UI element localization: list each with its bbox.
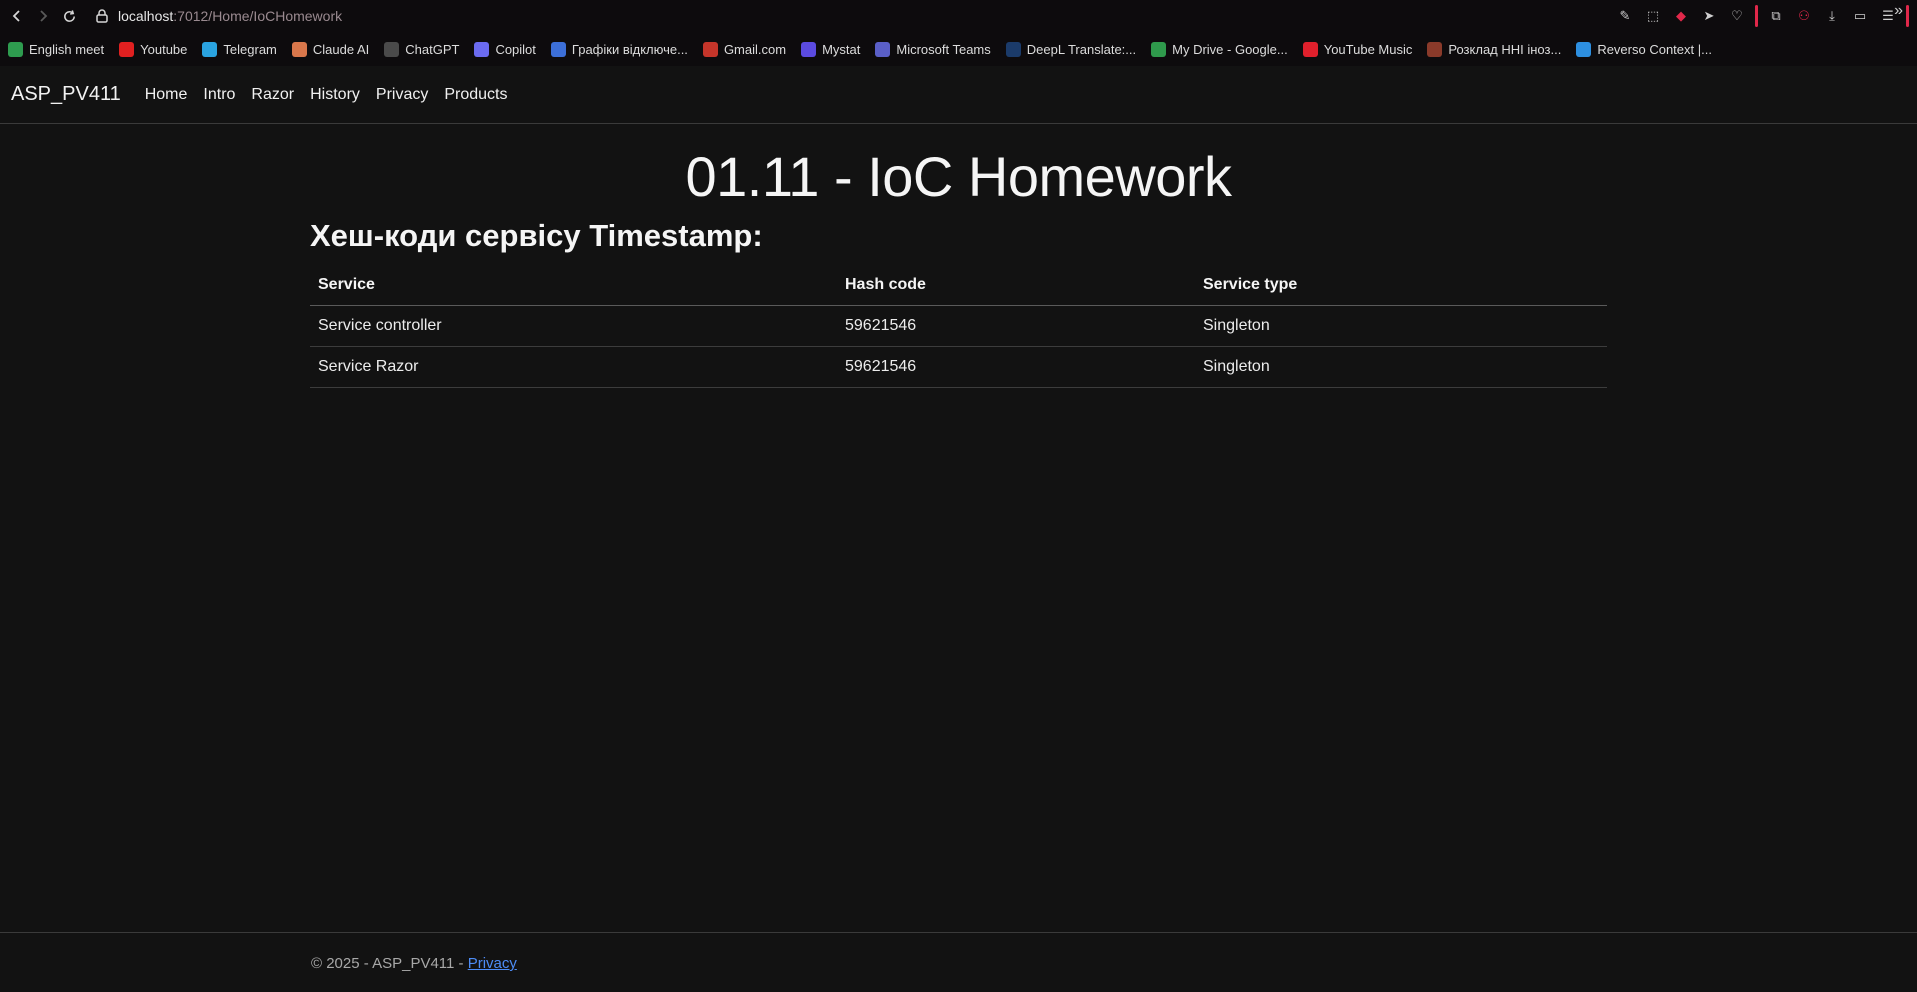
brand-link[interactable]: ASP_PV411 [11,83,121,106]
nav-products[interactable]: Products [444,86,507,104]
claude-icon [291,41,307,57]
address-bar[interactable]: localhost:7012/Home/IoCHomework [96,6,342,26]
bookmark-item[interactable]: Microsoft Teams [875,41,991,57]
bookmark-label: Microsoft Teams [896,41,991,57]
bookmark-label: Copilot [495,41,536,57]
page-footer: © 2025 - ASP_PV411 - Privacy [0,932,1917,992]
bookmarks-overflow-icon[interactable]: » [1894,2,1903,20]
copyright-text: © 2025 - ASP_PV411 - [311,955,468,972]
lock-icon [96,9,108,23]
nav-razor[interactable]: Razor [251,86,294,104]
main-content: 01.11 - IoC Homework Хеш-коди сервісу Ti… [310,140,1607,388]
google-drive-icon [1151,41,1167,57]
chevron-left-icon [12,10,20,22]
url-text: localhost:7012/Home/IoCHomework [118,8,343,24]
bookmark-label: YouTube Music [1323,41,1413,57]
separator [1755,5,1758,27]
cell-service: Service Razor [310,346,837,388]
footer-text: © 2025 - ASP_PV411 - Privacy [311,955,517,972]
bookmark-label: Youtube [140,41,188,57]
bookmark-label: Reverso Context |... [1597,41,1712,57]
bookmark-label: Графіки відключе... [571,41,688,57]
nav-history[interactable]: History [310,86,360,104]
cell-hash-code: 59621546 [837,305,1195,347]
chatgpt-icon [384,41,400,57]
gmail-icon [702,41,718,57]
bookmark-label: My Drive - Google... [1172,41,1288,57]
send-icon[interactable]: ➤ [1699,6,1719,26]
nav-home[interactable]: Home [145,86,188,104]
bookmark-item[interactable]: Youtube [119,41,188,57]
heart-icon[interactable]: ♡ [1727,6,1747,26]
google-meet-icon [8,41,23,57]
bookmark-item[interactable]: Mystat [801,41,861,57]
chevron-right-icon [40,10,48,22]
bookmark-item[interactable]: Графіки відключе... [550,41,688,57]
pin-icon[interactable]: ✎ [1615,6,1635,26]
bookmark-label: ChatGPT [405,41,460,57]
separator-end [1906,5,1909,27]
bookmark-item[interactable]: My Drive - Google... [1151,41,1288,57]
bookmark-item[interactable]: DeepL Translate:... [1005,41,1137,57]
teams-icon [875,41,891,57]
table-row: Service Razor 59621546 Singleton [310,346,1607,388]
forward-button[interactable] [30,3,56,29]
nav-privacy[interactable]: Privacy [376,86,428,104]
bookmark-label: English meet [29,41,105,57]
bookmark-label: Розклад ННІ іноз... [1448,41,1562,57]
bookmark-item[interactable]: English meet [8,41,105,57]
youtube-icon [119,41,135,57]
site-navbar: ASP_PV411 Home Intro Razor History Priva… [0,66,1917,124]
header-hash-code: Hash code [837,266,1195,306]
extensions-icon[interactable]: ⧉ [1766,6,1786,26]
youtube-music-icon [1302,41,1318,57]
schedule-icon [1427,41,1443,57]
account-icon[interactable]: ⚇ [1794,6,1814,26]
bookmark-item[interactable]: Telegram [202,41,277,57]
bookmark-item[interactable]: Розклад ННІ іноз... [1427,41,1562,57]
copilot-icon [474,41,490,57]
bookmark-item[interactable]: Claude AI [291,41,370,57]
table-header-row: Service Hash code Service type [310,266,1607,306]
power-schedule-icon [550,41,566,57]
section-title: Хеш-коди сервісу Timestamp: [310,218,763,253]
mystat-icon [801,41,817,57]
telegram-icon [202,41,218,57]
reload-icon [63,9,75,22]
snapshot-icon[interactable]: ⬚ [1643,6,1663,26]
address-row: localhost:7012/Home/IoCHomework ✎ ⬚ ◆ ➤ … [0,0,1917,32]
pocket-icon[interactable]: ◆ [1671,6,1691,26]
bookmark-item[interactable]: YouTube Music [1302,41,1413,57]
bookmark-item[interactable]: Copilot [474,41,536,57]
header-service: Service [310,266,837,306]
download-icon[interactable]: ⤓ [1822,6,1842,26]
bookmark-label: Claude AI [312,41,370,57]
bookmark-label: Telegram [223,41,277,57]
footer-privacy-link[interactable]: Privacy [468,955,517,972]
cell-service-type: Singleton [1195,305,1607,347]
battery-icon[interactable]: ▭ [1850,6,1870,26]
cell-service: Service controller [310,305,837,347]
hash-table: Service Hash code Service type Service c… [310,266,1607,388]
header-service-type: Service type [1195,266,1607,306]
browser-toolbar: localhost:7012/Home/IoCHomework ✎ ⬚ ◆ ➤ … [0,0,1917,66]
page-title: 01.11 - IoC Homework [685,145,1232,208]
bookmark-label: Mystat [822,41,861,57]
extensions-bar: ✎ ⬚ ◆ ➤ ♡ ⧉ ⚇ ⤓ ▭ ☰ [1615,4,1909,28]
reload-button[interactable] [56,3,82,29]
cell-service-type: Singleton [1195,346,1607,388]
bookmark-item[interactable]: Gmail.com [702,41,787,57]
bookmark-item[interactable]: Reverso Context |... [1576,41,1712,57]
back-button[interactable] [4,3,30,29]
table-row: Service controller 59621546 Singleton [310,305,1607,347]
deepl-icon [1005,41,1021,57]
bookmarks-bar: English meet Youtube Telegram Claude AI Chat… [0,37,1917,61]
nav-intro[interactable]: Intro [203,86,235,104]
bookmark-item[interactable]: ChatGPT [384,41,460,57]
bookmark-label: Gmail.com [723,41,787,57]
reverso-icon [1576,41,1592,57]
bookmark-label: DeepL Translate:... [1026,41,1137,57]
cell-hash-code: 59621546 [837,346,1195,388]
